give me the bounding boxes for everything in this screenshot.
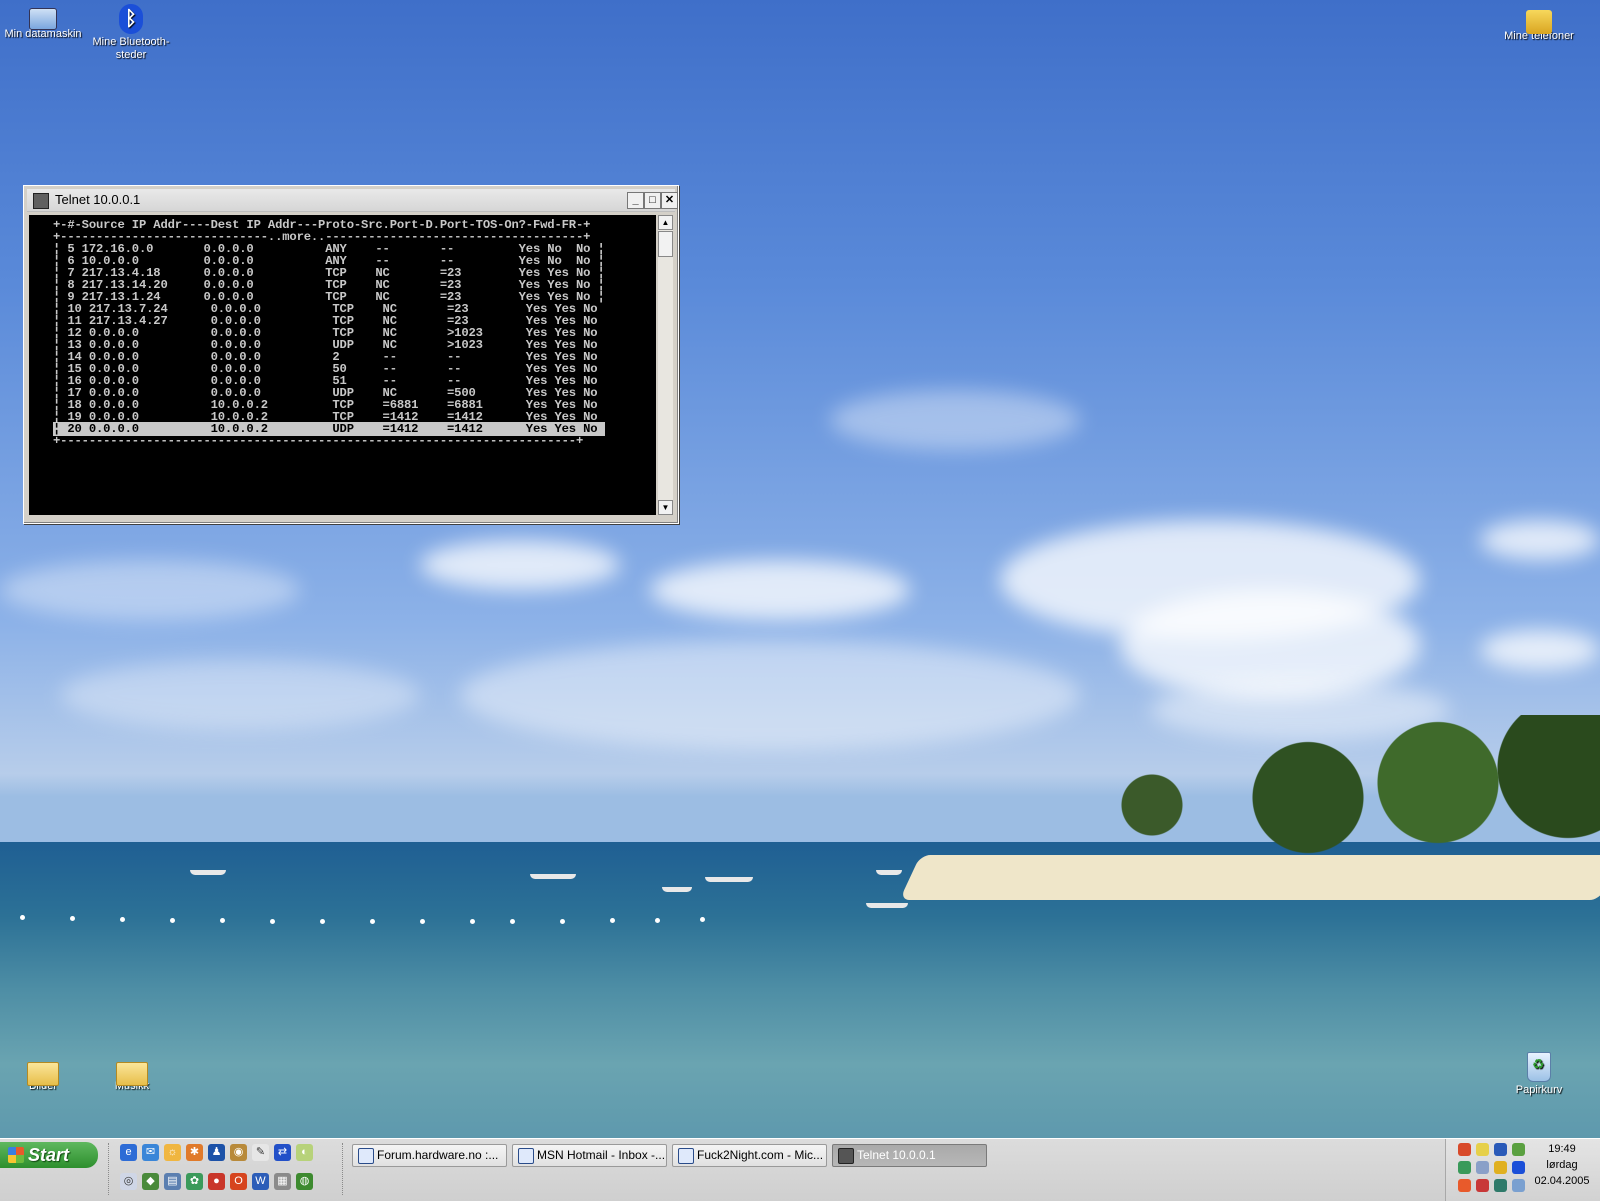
tray-sync-icon[interactable] (1458, 1161, 1471, 1174)
tray-app-icon[interactable] (1476, 1143, 1489, 1156)
windows-logo-icon (8, 1147, 24, 1163)
desktop-icon-label: Mine Bluetooth-steder (92, 36, 170, 61)
window-title: Telnet 10.0.0.1 (55, 192, 141, 207)
taskbar-button-browser[interactable]: Fuck2Night.com - Mic... (672, 1144, 827, 1167)
task-label: Forum.hardware.no :... (377, 1148, 499, 1162)
scroll-up-button[interactable]: ▲ (658, 215, 673, 230)
desktop-icon-label: Papirkurv (1515, 1084, 1563, 1096)
minimize-button[interactable]: _ (627, 192, 644, 209)
clock-day: lørdag (1546, 1159, 1578, 1171)
music-folder-icon (116, 1062, 148, 1086)
task-label: Fuck2Night.com - Mic... (697, 1148, 824, 1162)
outlook-express-icon[interactable]: ✉ (142, 1144, 159, 1161)
scroll-down-button[interactable]: ▼ (658, 500, 673, 515)
scroll-thumb[interactable] (658, 231, 673, 257)
task-label: Telnet 10.0.0.1 (857, 1148, 936, 1162)
tray-antivirus-icon[interactable] (1458, 1143, 1471, 1156)
opera-icon[interactable]: O (230, 1173, 247, 1190)
paint-icon[interactable]: ✿ (186, 1173, 203, 1190)
tray-l-icon[interactable] (1494, 1179, 1507, 1192)
desktop-icon-my-phones[interactable]: Mine telefoner (1494, 4, 1584, 43)
window-titlebar[interactable]: Telnet 10.0.0.1 _ □ ✕ (27, 189, 678, 212)
pictures-folder-icon (27, 1062, 59, 1086)
tray-mail-icon[interactable] (1476, 1179, 1489, 1192)
console-output[interactable]: +-#-Source IP Addr----Dest IP Addr---Pro… (29, 215, 656, 515)
desktop-icon-pictures[interactable]: Bilder (0, 1054, 88, 1093)
taskbar-button-hotmail[interactable]: MSN Hotmail - Inbox -... (512, 1144, 667, 1167)
messenger-icon[interactable]: ♟ (208, 1144, 225, 1161)
desktop-icon-bluetooth-places[interactable]: ᛒ Mine Bluetooth-steder (86, 4, 176, 62)
show-desktop-icon[interactable]: ◐ (296, 1144, 313, 1161)
tray-warning-icon[interactable] (1494, 1161, 1507, 1174)
toolbar-grip[interactable] (342, 1143, 346, 1195)
toolbar-grip[interactable] (108, 1143, 112, 1195)
cd-drive-icon[interactable]: ◎ (120, 1173, 137, 1190)
network-icon[interactable]: ◆ (142, 1173, 159, 1190)
task-label: MSN Hotmail - Inbox -... (537, 1148, 666, 1162)
desktop-icon-music[interactable]: Musikk (87, 1054, 177, 1093)
tray-security-icon[interactable] (1458, 1179, 1471, 1192)
internet-explorer-icon[interactable]: e (120, 1144, 137, 1161)
clock[interactable]: 19:49 lørdag 02.04.2005 (1526, 1141, 1598, 1189)
maximize-button[interactable]: □ (644, 192, 661, 209)
word-icon[interactable]: W (252, 1173, 269, 1190)
tray-volume-icon[interactable] (1512, 1179, 1525, 1192)
telnet-window[interactable]: Telnet 10.0.0.1 _ □ ✕ +-#-Source IP Addr… (23, 185, 679, 524)
vertical-scrollbar[interactable]: ▲ ▼ (658, 215, 673, 515)
tray-messenger-icon[interactable] (1494, 1143, 1507, 1156)
app-icon[interactable]: ◉ (230, 1144, 247, 1161)
ie-window-icon (678, 1148, 694, 1164)
globe-icon[interactable]: ◍ (296, 1173, 313, 1190)
ie-window-icon (358, 1148, 374, 1164)
start-label: Start (28, 1145, 70, 1165)
media-folder-icon[interactable]: ☼ (164, 1144, 181, 1161)
tray-connection-icon[interactable] (1476, 1161, 1489, 1174)
document-icon[interactable]: ▦ (274, 1173, 291, 1190)
recycle-bin-icon (1527, 1052, 1551, 1082)
ie-window-icon (518, 1148, 534, 1164)
system-tray: 19:49 lørdag 02.04.2005 (1445, 1139, 1600, 1201)
desktop-icon-my-computer[interactable]: Min datamaskin (0, 4, 88, 41)
console-icon (33, 193, 49, 209)
tray-bluetooth-icon[interactable] (1512, 1161, 1525, 1174)
bluetooth-icon: ᛒ (119, 4, 143, 34)
window-switch-icon[interactable]: ⇄ (274, 1144, 291, 1161)
console-window-icon (838, 1148, 854, 1164)
media-player-icon[interactable]: ● (208, 1173, 225, 1190)
phone-folder-icon (1526, 10, 1552, 34)
close-button[interactable]: ✕ (661, 192, 678, 209)
clock-time: 19:49 (1548, 1143, 1576, 1155)
tray-network-icon[interactable] (1512, 1143, 1525, 1156)
start-button[interactable]: Start (0, 1142, 98, 1168)
desktop-wallpaper (0, 0, 1600, 1138)
game-icon[interactable]: ✱ (186, 1144, 203, 1161)
taskbar: Start e ✉ ☼ ✱ ♟ ◉ ✎ ⇄ ◐ ◎ ◆ ▤ ✿ ● O W ▦ … (0, 1138, 1600, 1201)
table-footer: +---------------------------------------… (53, 434, 584, 448)
computer-icon (29, 8, 57, 30)
taskbar-button-telnet[interactable]: Telnet 10.0.0.1 (832, 1144, 987, 1167)
explorer-icon[interactable]: ▤ (164, 1173, 181, 1190)
clock-date: 02.04.2005 (1534, 1175, 1590, 1187)
desktop-icon-recycle-bin[interactable]: Papirkurv (1494, 1052, 1584, 1097)
taskbar-button-forum[interactable]: Forum.hardware.no :... (352, 1144, 507, 1167)
notepad-icon[interactable]: ✎ (252, 1144, 269, 1161)
